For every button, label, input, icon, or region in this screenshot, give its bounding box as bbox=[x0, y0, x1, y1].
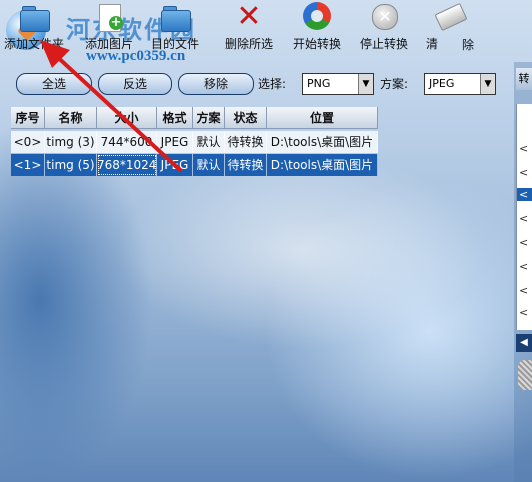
delete-selected-label: 删除所选 bbox=[224, 37, 273, 51]
list-item[interactable]: < bbox=[519, 142, 528, 155]
target-folder-label: 目的文件 bbox=[150, 37, 199, 51]
cell-name: timg (5) bbox=[45, 154, 97, 176]
recycle-icon bbox=[301, 2, 333, 32]
table-row[interactable]: <1> timg (5) 768*1024 JPEG 默认 待转换 D:\too… bbox=[11, 154, 378, 176]
cell-index: <1> bbox=[11, 154, 45, 176]
cell-name: timg (3) bbox=[45, 131, 97, 153]
cell-format: JPEG bbox=[157, 154, 193, 176]
list-item[interactable]: < bbox=[519, 236, 528, 249]
col-header-scheme[interactable]: 方案 bbox=[193, 107, 225, 129]
col-header-status[interactable]: 状态 bbox=[225, 107, 267, 129]
stop-icon: ✕ bbox=[368, 2, 400, 32]
select-format-dropdown[interactable]: PNG ▼ bbox=[302, 73, 374, 95]
select-format-value: PNG bbox=[307, 77, 331, 90]
image-add-icon: + bbox=[93, 2, 125, 32]
add-folder-button[interactable]: 添加文件夹 bbox=[2, 2, 66, 54]
invert-selection-button[interactable]: 反选 bbox=[98, 73, 172, 95]
list-item[interactable]: < bbox=[519, 212, 528, 225]
add-folder-label: 添加文件夹 bbox=[3, 37, 64, 51]
list-item[interactable]: < bbox=[519, 306, 528, 319]
clear-label-char-1: 清 bbox=[426, 37, 439, 51]
target-folder-icon bbox=[159, 2, 191, 32]
stop-convert-label: 停止转换 bbox=[359, 37, 408, 51]
cell-scheme: 默认 bbox=[193, 154, 225, 176]
add-image-label: 添加图片 bbox=[84, 37, 133, 51]
cell-size: 768*1024 bbox=[97, 154, 157, 176]
splitter-grip[interactable] bbox=[518, 360, 532, 390]
cell-location: D:\tools\桌面\图片 bbox=[267, 154, 378, 176]
clear-label-char-2: 除 bbox=[461, 38, 474, 52]
delete-selected-button[interactable]: ✕ 删除所选 bbox=[222, 2, 276, 54]
table-row[interactable]: <0> timg (3) 744*600 JPEG 默认 待转换 D:\tool… bbox=[11, 131, 378, 153]
chevron-down-icon[interactable]: ▼ bbox=[480, 74, 495, 94]
target-folder-button[interactable]: 目的文件 bbox=[148, 2, 202, 54]
scheme-value: JPEG bbox=[429, 77, 455, 90]
cell-location: D:\tools\桌面\图片 bbox=[267, 131, 378, 153]
eraser-icon bbox=[434, 2, 468, 32]
cell-scheme: 默认 bbox=[193, 131, 225, 153]
col-header-index[interactable]: 序号 bbox=[11, 107, 45, 129]
select-label: 选择: bbox=[258, 77, 287, 91]
start-convert-button[interactable]: 开始转换 bbox=[290, 2, 344, 54]
col-header-size[interactable]: 大小 bbox=[97, 107, 157, 129]
cell-status: 待转换 bbox=[225, 154, 267, 176]
col-header-name[interactable]: 名称 bbox=[45, 107, 97, 129]
folder-icon bbox=[18, 2, 50, 32]
table-header: 序号 名称 大小 格式 方案 状态 位置 bbox=[11, 107, 378, 129]
list-item[interactable]: < bbox=[519, 284, 528, 297]
chevron-down-icon[interactable]: ▼ bbox=[358, 74, 373, 94]
col-header-location[interactable]: 位置 bbox=[267, 107, 378, 129]
list-item[interactable]: < bbox=[519, 260, 528, 273]
scheme-label: 方案: bbox=[380, 77, 409, 91]
cell-size: 744*600 bbox=[97, 131, 157, 153]
cell-index: <0> bbox=[11, 131, 45, 153]
cell-format: JPEG bbox=[157, 131, 193, 153]
right-panel-header: 转 bbox=[516, 68, 532, 90]
toolbar: 添加文件夹 + 添加图片 目的文件 ✕ 删除所选 开始转换 ✕ 停止转换 清 除 bbox=[0, 0, 532, 56]
col-header-format[interactable]: 格式 bbox=[157, 107, 193, 129]
add-image-button[interactable]: + 添加图片 bbox=[82, 2, 136, 54]
start-convert-label: 开始转换 bbox=[292, 37, 341, 51]
delete-x-icon: ✕ bbox=[236, 0, 262, 34]
scroll-left-arrow-icon[interactable]: ◀ bbox=[516, 334, 532, 352]
list-item[interactable]: < bbox=[517, 188, 532, 201]
list-item[interactable]: < bbox=[519, 166, 528, 179]
cell-status: 待转换 bbox=[225, 131, 267, 153]
remove-button[interactable]: 移除 bbox=[178, 73, 254, 95]
scheme-dropdown[interactable]: JPEG ▼ bbox=[424, 73, 496, 95]
right-panel-list[interactable]: < < < < < < < < bbox=[516, 104, 532, 330]
stop-convert-button[interactable]: ✕ 停止转换 bbox=[357, 2, 411, 54]
select-all-button[interactable]: 全选 bbox=[16, 73, 92, 95]
